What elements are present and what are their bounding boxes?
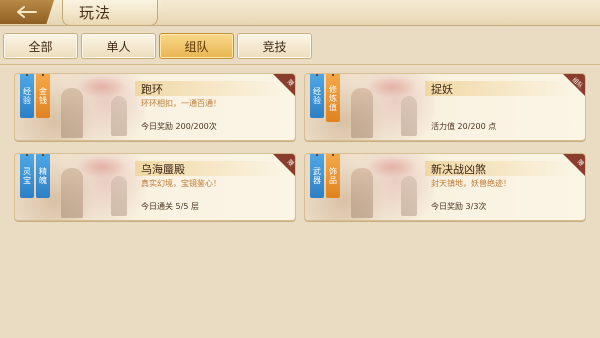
- header-strip: [162, 0, 600, 24]
- reward-banner: 经验: [310, 74, 324, 118]
- activity-card-juezhan[interactable]: 武器 饰品 新决战凶煞 封天镇地，妖兽绝迹！ 今日奖励 3/3次 限: [304, 153, 586, 221]
- category-tabs: 全部 单人 组队 竞技: [0, 26, 600, 64]
- tab-solo[interactable]: 单人: [81, 33, 156, 59]
- card-progress: 活力值 20/200 点: [431, 122, 497, 131]
- activity-card-wuhai[interactable]: 灵宝 精魄 乌海蜃殿 真实幻境，宝镜鉴心！ 今日通关 5/5 层 限: [14, 153, 296, 221]
- reward-banner: 武器: [310, 154, 324, 198]
- card-progress: 今日通关 5/5 层: [141, 202, 199, 211]
- blossom-decoration: [77, 76, 127, 98]
- character-figure: [351, 168, 373, 218]
- reward-banner: 经验: [20, 74, 34, 118]
- reward-banner: 修炼值: [326, 74, 340, 122]
- card-title: 跑环: [135, 81, 285, 96]
- character-figure: [401, 176, 417, 216]
- reward-banner: 金钱: [36, 74, 50, 118]
- top-bar: 玩法: [0, 0, 600, 26]
- card-progress: 今日奖励 3/3次: [431, 202, 487, 211]
- tab-team[interactable]: 组队: [159, 33, 234, 59]
- back-arrow-icon: [17, 6, 37, 18]
- back-button[interactable]: [0, 0, 54, 24]
- card-title: 捉妖: [425, 81, 575, 96]
- divider: [0, 64, 600, 65]
- blossom-decoration: [367, 156, 417, 178]
- page-title: 玩法: [62, 0, 158, 26]
- card-title: 新决战凶煞: [425, 161, 575, 176]
- blossom-decoration: [77, 156, 127, 178]
- character-figure: [61, 88, 83, 138]
- card-description: 环环相扣，一通百通！: [141, 99, 221, 108]
- character-figure: [111, 176, 127, 216]
- character-figure: [61, 168, 83, 218]
- character-figure: [401, 96, 417, 136]
- character-figure: [351, 88, 373, 138]
- card-progress: 今日奖励 200/200次: [141, 122, 217, 131]
- card-description: 封天镇地，妖兽绝迹！: [431, 179, 511, 188]
- activity-card-paohuan[interactable]: 经验 金钱 跑环 环环相扣，一通百通！ 今日奖励 200/200次 限: [14, 73, 296, 141]
- blossom-decoration: [367, 76, 417, 98]
- activity-card-zhuoyao[interactable]: 经验 修炼值 捉妖 活力值 20/200 点 组队: [304, 73, 586, 141]
- reward-banner: 饰品: [326, 154, 340, 198]
- tab-all[interactable]: 全部: [3, 33, 78, 59]
- character-figure: [111, 96, 127, 136]
- reward-banner: 精魄: [36, 154, 50, 198]
- reward-banner: 灵宝: [20, 154, 34, 198]
- card-title: 乌海蜃殿: [135, 161, 285, 176]
- tab-arena[interactable]: 竞技: [237, 33, 312, 59]
- card-description: 真实幻境，宝镜鉴心！: [141, 179, 221, 188]
